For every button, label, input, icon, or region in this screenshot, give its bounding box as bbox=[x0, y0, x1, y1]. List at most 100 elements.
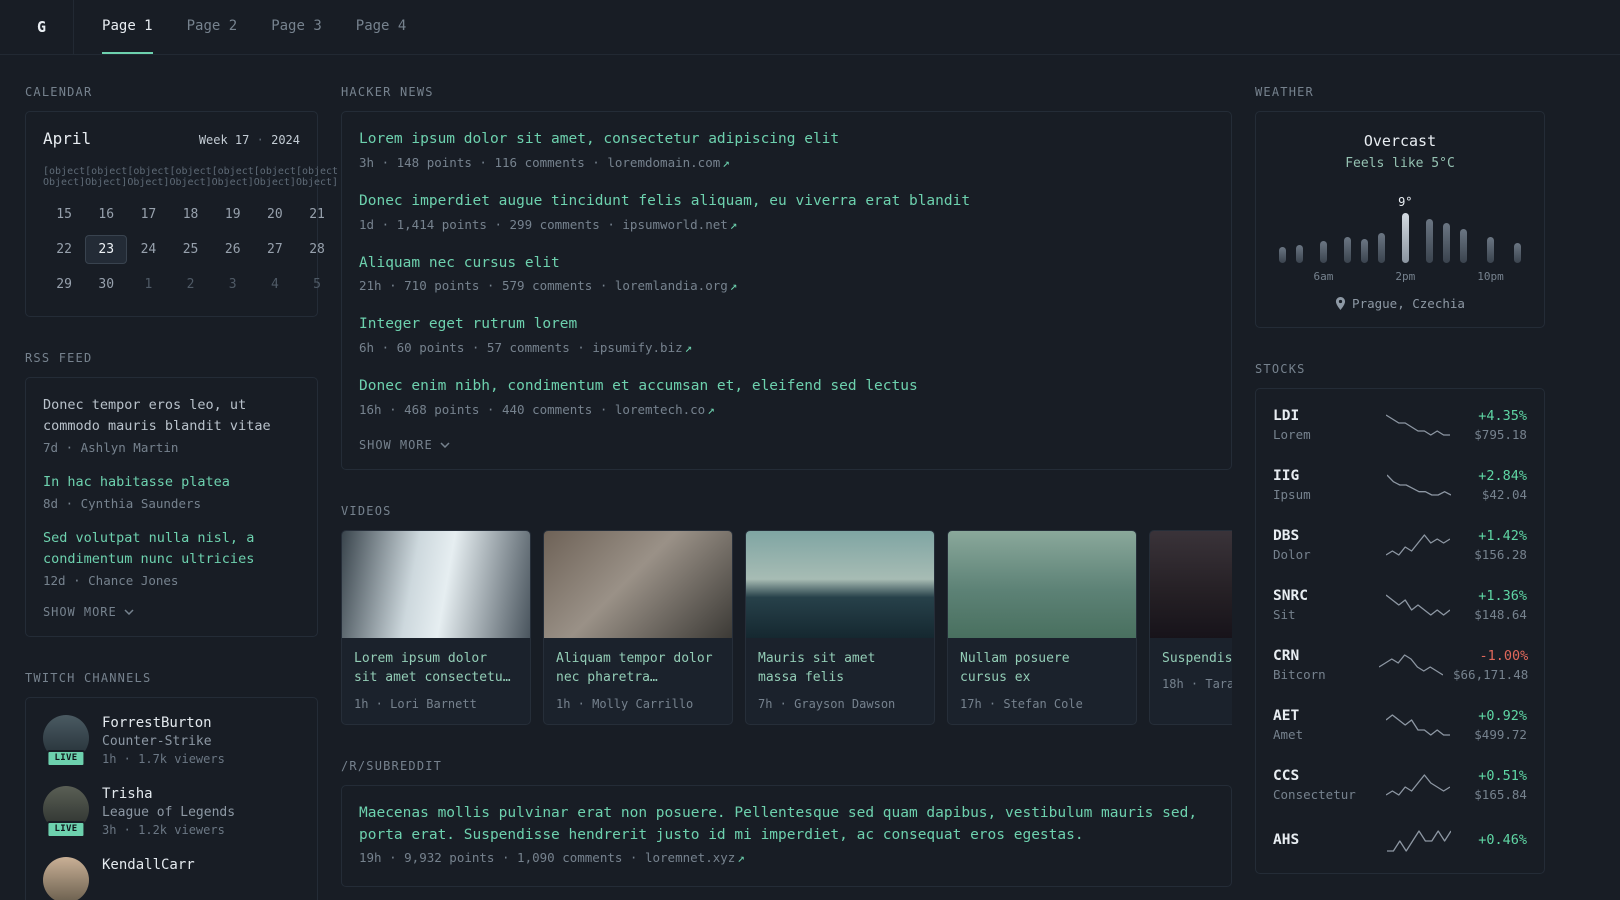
page-tab[interactable]: Page 4 bbox=[356, 0, 407, 54]
avatar: LIVE bbox=[43, 714, 89, 767]
stock-name: Dolor bbox=[1273, 547, 1311, 562]
hackernews-item-meta: 16h · 468 points · 440 comments · loremt… bbox=[359, 402, 1214, 417]
subreddit-post-meta: 19h · 9,932 points · 1,090 comments · lo… bbox=[359, 850, 1214, 865]
stock-identity: AHS bbox=[1273, 832, 1369, 851]
rss-item-title-link[interactable]: In hac habitasse platea bbox=[43, 472, 300, 493]
calendar-weekday: [object Object] bbox=[295, 166, 339, 188]
hackernews-domain-link[interactable]: ipsumworld.net ↗ bbox=[622, 217, 737, 232]
hackernews-show-more-button[interactable]: SHOW MORE bbox=[359, 438, 1214, 452]
video-card[interactable]: Lorem ipsum dolor sit amet consectetu… 1… bbox=[341, 529, 531, 725]
stock-change: +0.51% bbox=[1478, 768, 1527, 784]
stock-name: Consectetur bbox=[1273, 787, 1356, 802]
weather-hourly-chart: 6am 9° 2pm 10pm bbox=[1273, 187, 1527, 283]
weather-temp-bar bbox=[1378, 233, 1386, 263]
weather-hour-column bbox=[1279, 187, 1286, 283]
page-tab[interactable]: Page 2 bbox=[187, 0, 238, 54]
hackernews-title-link[interactable]: Donec imperdiet augue tincidunt felis al… bbox=[359, 191, 1214, 213]
hackernews-item-meta: 6h · 60 points · 57 comments · ipsumify.… bbox=[359, 340, 1214, 355]
video-meta: 1h · Molly Carrillo bbox=[556, 696, 694, 711]
hackernews-meta-text: 21h · 710 points · 579 comments · bbox=[359, 278, 608, 294]
hackernews-section-label: HACKER NEWS bbox=[341, 85, 434, 99]
stock-row[interactable]: IIG Ipsum +2.84% $42.04 bbox=[1273, 455, 1527, 515]
stock-row[interactable]: CRN Bitcorn -1.00% $66,171.48 bbox=[1273, 635, 1529, 695]
weather-temp-bar bbox=[1425, 219, 1433, 263]
twitch-channel[interactable]: LIVE Trisha League of Legends 3h · 1.2k … bbox=[43, 785, 300, 838]
right-column: WEATHER Overcast Feels like 5°C 6am 9° 2… bbox=[1255, 85, 1545, 900]
hackernews-item-meta: 1d · 1,414 points · 299 comments · ipsum… bbox=[359, 217, 1214, 232]
weather-hour-label: 6am bbox=[1313, 270, 1334, 283]
video-card[interactable]: Mauris sit amet massa felis 7h · Grayson… bbox=[745, 529, 935, 725]
subreddit-post-title-link[interactable]: Maecenas mollis pulvinar erat non posuer… bbox=[359, 803, 1214, 847]
stock-price: $148.64 bbox=[1474, 607, 1527, 622]
hackernews-domain-link[interactable]: loremdomain.com ↗ bbox=[607, 155, 729, 170]
weather-feels-like: Feels like 5°C bbox=[1345, 156, 1455, 171]
live-badge: LIVE bbox=[46, 749, 86, 767]
weather-temp-bar bbox=[1442, 223, 1450, 263]
external-link-icon: ↗ bbox=[729, 278, 738, 294]
stock-identity: IIG Ipsum bbox=[1273, 468, 1369, 502]
rss-item-meta: 8d · Cynthia Saunders bbox=[43, 495, 202, 511]
stock-ticker: SNRC bbox=[1273, 588, 1308, 604]
hackernews-domain: loremdomain.com bbox=[607, 154, 721, 170]
weather-hour-column: 6am bbox=[1313, 187, 1334, 283]
calendar-day: 23 bbox=[85, 235, 128, 264]
twitch-channel-info: KendallCarr bbox=[102, 857, 195, 876]
stock-change: -1.00% bbox=[1479, 648, 1529, 664]
twitch-channel[interactable]: LIVE ForrestBurton Counter-Strike 1h · 1… bbox=[43, 714, 300, 767]
stock-change: +2.84% bbox=[1478, 468, 1527, 484]
stock-change: +0.92% bbox=[1478, 708, 1527, 724]
twitch-channel-game: Counter-Strike bbox=[102, 733, 212, 749]
weather-widget: Overcast Feels like 5°C 6am 9° 2pm 10pm … bbox=[1255, 111, 1545, 328]
video-card-body: Mauris sit amet massa felis 7h · Grayson… bbox=[746, 638, 934, 724]
app-logo[interactable]: G bbox=[25, 0, 75, 54]
rss-item-title-link[interactable]: Sed volutpat nulla nisl, a condimentum n… bbox=[43, 528, 300, 570]
weather-section-label: WEATHER bbox=[1255, 85, 1314, 99]
hackernews-domain-link[interactable]: loremlandia.org ↗ bbox=[615, 278, 737, 293]
page-tab[interactable]: Page 1 bbox=[102, 0, 153, 54]
external-link-icon: ↗ bbox=[722, 154, 730, 170]
twitch-channel-viewers: 3h · 1.2k viewers bbox=[102, 822, 225, 837]
stock-values: +0.46% bbox=[1478, 832, 1527, 851]
external-link-icon: ↗ bbox=[737, 850, 745, 866]
twitch-channel[interactable]: KendallCarr bbox=[43, 856, 300, 900]
video-card[interactable]: Suspendisse diam 18h · Tara bbox=[1149, 529, 1232, 725]
twitch-channel-viewers: 1h · 1.7k viewers bbox=[102, 751, 225, 766]
hackernews-domain-link[interactable]: ipsumify.biz ↗ bbox=[592, 340, 692, 355]
stock-sparkline bbox=[1386, 534, 1451, 556]
video-card[interactable]: Aliquam tempor dolor nec pharetra… 1h · … bbox=[543, 529, 733, 725]
hackernews-item-meta: 21h · 710 points · 579 comments · loreml… bbox=[359, 278, 1214, 293]
video-title: Aliquam tempor dolor nec pharetra… bbox=[556, 650, 713, 686]
weather-hour-column bbox=[1460, 187, 1467, 283]
videos-section: VIDEOS Lorem ipsum dolor sit amet consec… bbox=[341, 504, 1232, 725]
hackernews-title-link[interactable]: Donec enim nibh, condimentum et accumsan… bbox=[359, 376, 1214, 398]
subreddit-domain-link[interactable]: loremnet.xyz ↗ bbox=[645, 850, 745, 865]
calendar-day: 26 bbox=[224, 242, 241, 257]
stock-row[interactable]: LDI Lorem +4.35% $795.18 bbox=[1273, 395, 1527, 455]
hackernews-title-link[interactable]: Lorem ipsum dolor sit amet, consectetur … bbox=[359, 129, 1214, 151]
video-title: Mauris sit amet massa felis bbox=[758, 650, 876, 686]
weather-condition: Overcast bbox=[1363, 132, 1437, 150]
hackernews-item: Lorem ipsum dolor sit amet, consectetur … bbox=[359, 129, 1214, 170]
video-card[interactable]: Nullam posuere cursus ex 17h · Stefan Co… bbox=[947, 529, 1137, 725]
video-title: Lorem ipsum dolor sit amet consectetu… bbox=[354, 650, 511, 686]
hackernews-domain-link[interactable]: loremtech.co ↗ bbox=[615, 402, 715, 417]
calendar-day: 5 bbox=[313, 277, 321, 292]
calendar-weekday: [object Object] bbox=[85, 166, 128, 188]
stock-row[interactable]: CCS Consectetur +0.51% $165.84 bbox=[1273, 755, 1527, 815]
rss-item: Donec tempor eros leo, ut commodo mauris… bbox=[43, 395, 300, 455]
hackernews-title-link[interactable]: Aliquam nec cursus elit bbox=[359, 253, 1214, 275]
twitch-section: TWITCH CHANNELS LIVE ForrestBurton Count… bbox=[25, 671, 318, 900]
hackernews-title-link[interactable]: Integer eget rutrum lorem bbox=[359, 314, 1214, 336]
rss-show-more-button[interactable]: SHOW MORE bbox=[43, 605, 300, 619]
stock-row[interactable]: DBS Dolor +1.42% $156.28 bbox=[1273, 515, 1527, 575]
page-tab[interactable]: Page 3 bbox=[271, 0, 322, 54]
hackernews-item-meta: 3h · 148 points · 116 comments · loremdo… bbox=[359, 155, 1214, 170]
rss-item-title-link[interactable]: Donec tempor eros leo, ut commodo mauris… bbox=[43, 395, 300, 437]
stock-price: $66,171.48 bbox=[1453, 667, 1529, 682]
hackernews-item: Aliquam nec cursus elit 21h · 710 points… bbox=[359, 253, 1214, 294]
stock-row[interactable]: AHS +0.46% bbox=[1273, 815, 1527, 867]
calendar-day: 1 bbox=[144, 277, 153, 292]
stock-row[interactable]: AET Amet +0.92% $499.72 bbox=[1273, 695, 1527, 755]
stock-identity: CCS Consectetur bbox=[1273, 768, 1369, 802]
stock-row[interactable]: SNRC Sit +1.36% $148.64 bbox=[1273, 575, 1527, 635]
